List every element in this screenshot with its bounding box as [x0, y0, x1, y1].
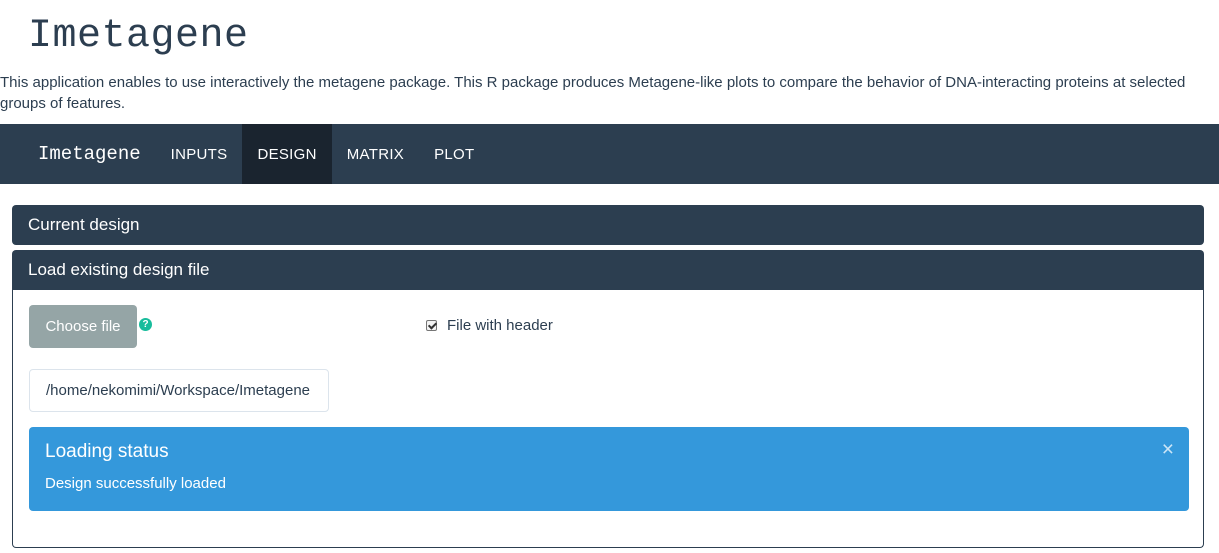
tab-design[interactable]: DESIGN	[242, 124, 332, 184]
load-design-panel-header[interactable]: Load existing design file	[12, 250, 1204, 290]
tab-inputs[interactable]: INPUTS	[156, 124, 243, 184]
current-design-panel-header[interactable]: Current design	[12, 205, 1204, 245]
choose-file-button[interactable]: Choose file	[29, 305, 137, 348]
app-title: Imetagene	[28, 14, 249, 59]
file-with-header-option[interactable]: File with header	[426, 317, 553, 334]
tab-plot[interactable]: PLOT	[419, 124, 489, 184]
question-circle-icon[interactable]: ?	[139, 318, 152, 331]
alert-message: Design successfully loaded	[45, 475, 226, 492]
loading-status-alert: Loading status Design successfully loade…	[29, 427, 1189, 511]
navbar-brand[interactable]: Imetagene	[0, 124, 156, 184]
close-icon[interactable]: ×	[1162, 439, 1174, 460]
alert-title: Loading status	[45, 441, 169, 462]
load-design-panel-body: Choose file ? File with header Loading s…	[12, 290, 1204, 548]
app-description: This application enables to use interact…	[0, 74, 1186, 112]
design-file-path-input[interactable]	[29, 369, 329, 412]
file-with-header-checkbox[interactable]	[426, 320, 437, 331]
tab-matrix[interactable]: MATRIX	[332, 124, 419, 184]
file-with-header-label: File with header	[447, 317, 553, 334]
navbar: Imetagene INPUTS DESIGN MATRIX PLOT	[0, 124, 1219, 184]
